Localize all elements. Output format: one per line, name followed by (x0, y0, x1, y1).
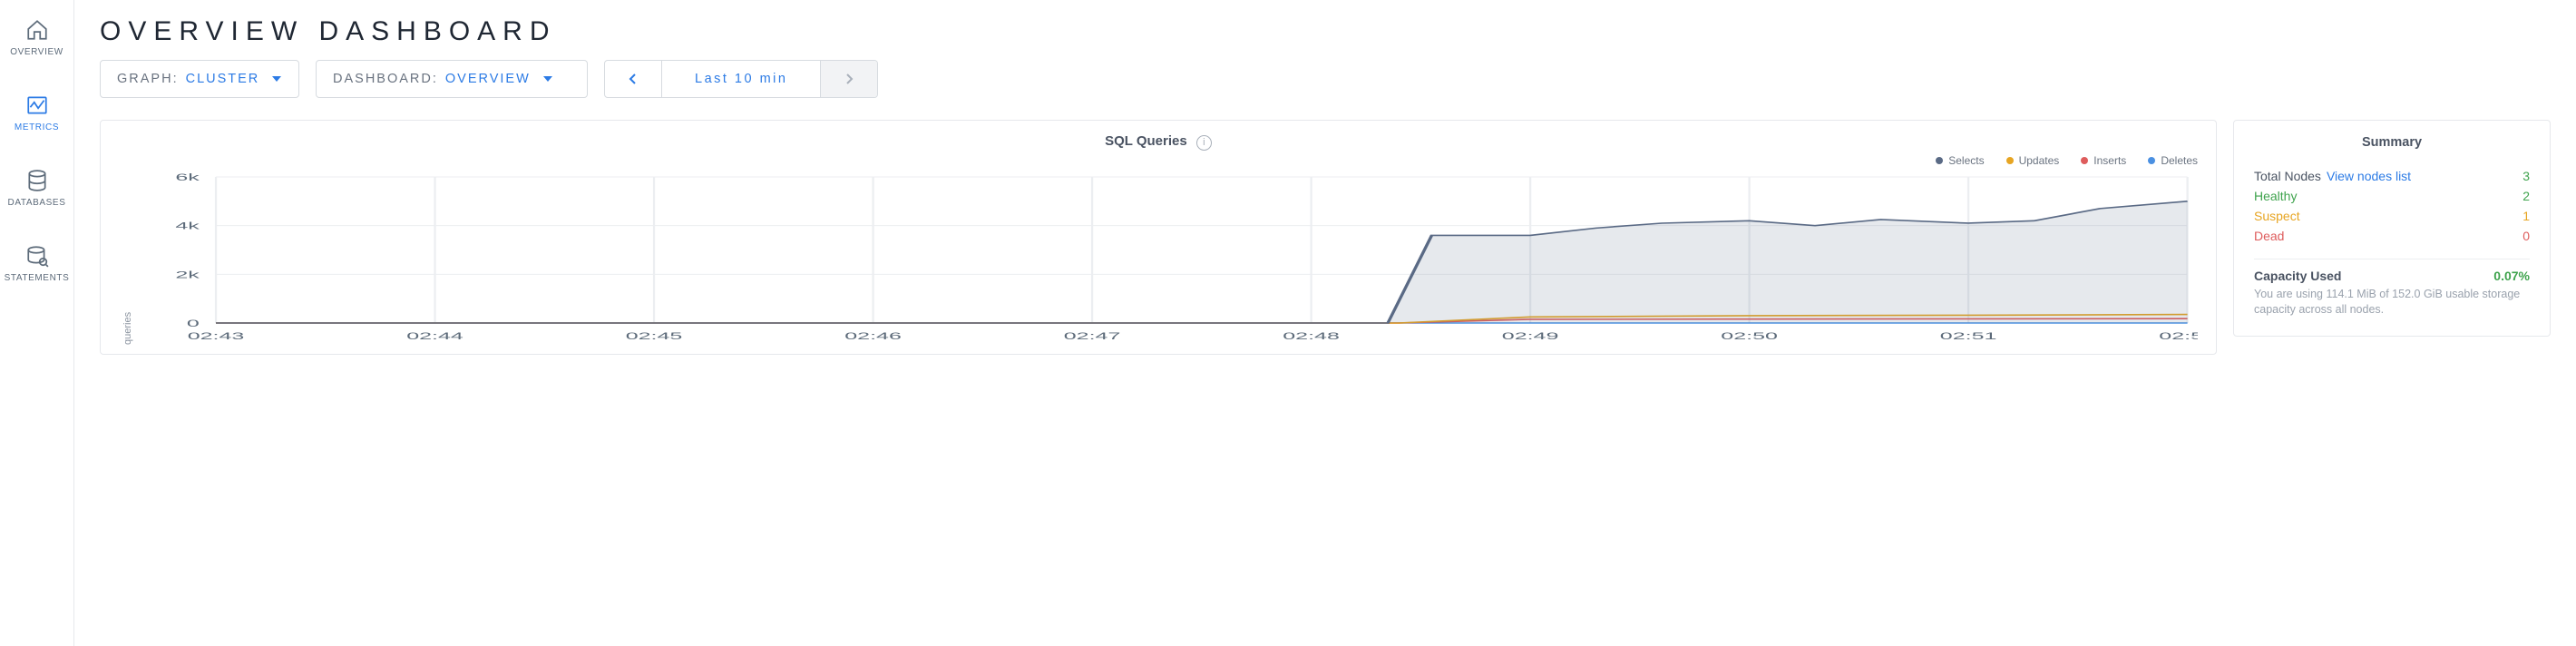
time-next-button (821, 61, 877, 97)
capacity-subtext: You are using 114.1 MiB of 152.0 GiB usa… (2254, 287, 2530, 318)
summary-value: 2 (2522, 189, 2530, 203)
dropdown-label: Dashboard: (333, 72, 438, 86)
sidebar-item-label: DATABASES (8, 198, 66, 208)
chevron-right-icon (844, 73, 854, 85)
metrics-icon (25, 93, 49, 117)
summary-value: 0 (2522, 229, 2530, 243)
chevron-down-icon (543, 76, 552, 82)
chart-title: SQL Queries i (119, 133, 2198, 151)
time-prev-button[interactable] (605, 61, 661, 97)
sql-queries-chart: 0 2k 4k 6k 02:43 02:44 02:45 02:46 02:47 02:48 02:… (133, 172, 2198, 345)
sidebar-item-label: STATEMENTS (5, 273, 70, 283)
capacity-used-row: Capacity Used 0.07% (2254, 269, 2530, 283)
legend-item[interactable]: Deletes (2148, 154, 2198, 167)
svg-text:0: 0 (187, 318, 200, 328)
dashboard-dropdown[interactable]: Dashboard: Overview (316, 60, 588, 98)
summary-card: Summary Total NodesView nodes list 3 Healt… (2233, 120, 2551, 337)
dropdown-label: Graph: (117, 72, 179, 86)
sidebar-item-label: OVERVIEW (10, 47, 63, 57)
page-title: Overview Dashboard (100, 16, 2551, 47)
legend-dot-icon (1936, 157, 1943, 164)
sql-queries-chart-card: SQL Queries i Selects Updates Inserts Delet… (100, 120, 2217, 355)
svg-text:2k: 2k (175, 269, 200, 280)
database-icon (25, 169, 49, 192)
summary-row: Dead 0 (2254, 226, 2530, 246)
legend-item[interactable]: Updates (2006, 154, 2060, 167)
chart-legend: Selects Updates Inserts Deletes (119, 154, 2198, 167)
legend-dot-icon (2006, 157, 2014, 164)
svg-text:4k: 4k (175, 220, 200, 231)
chevron-down-icon (272, 76, 281, 82)
legend-dot-icon (2081, 157, 2088, 164)
home-icon (25, 18, 49, 42)
svg-text:02:45: 02:45 (626, 330, 683, 341)
sidebar-item-metrics[interactable]: METRICS (0, 88, 73, 138)
svg-text:02:49: 02:49 (1502, 330, 1559, 341)
toolbar: Graph: Cluster Dashboard: Overview Last … (100, 60, 2551, 98)
sidebar: OVERVIEW METRICS DATABASES STATEMENTS (0, 0, 74, 646)
sidebar-item-overview[interactable]: OVERVIEW (0, 13, 73, 63)
view-nodes-link[interactable]: View nodes list (2327, 169, 2411, 183)
summary-row: Total NodesView nodes list 3 (2254, 166, 2530, 186)
dropdown-value: Cluster (186, 72, 260, 86)
summary-label: Total NodesView nodes list (2254, 169, 2411, 183)
capacity-label: Capacity Used (2254, 269, 2341, 283)
time-range-nav: Last 10 min (604, 60, 878, 98)
chevron-left-icon (629, 73, 638, 85)
svg-text:02:50: 02:50 (1721, 330, 1778, 341)
summary-row: Healthy 2 (2254, 186, 2530, 206)
sidebar-item-label: METRICS (15, 122, 59, 132)
legend-item[interactable]: Selects (1936, 154, 1984, 167)
svg-text:02:44: 02:44 (406, 330, 463, 341)
summary-label: Healthy (2254, 189, 2297, 203)
sidebar-item-statements[interactable]: STATEMENTS (0, 239, 73, 289)
summary-row: Suspect 1 (2254, 206, 2530, 226)
svg-text:02:51: 02:51 (1940, 330, 1997, 341)
statements-icon (25, 244, 49, 268)
svg-text:02:52: 02:52 (2159, 330, 2198, 341)
summary-label: Suspect (2254, 209, 2300, 223)
summary-value: 3 (2522, 169, 2530, 183)
info-icon[interactable]: i (1196, 135, 1212, 151)
dropdown-value: Overview (445, 72, 531, 86)
time-range-label[interactable]: Last 10 min (661, 61, 821, 97)
main: Overview Dashboard Graph: Cluster Dashbo… (74, 0, 2576, 646)
legend-dot-icon (2148, 157, 2155, 164)
summary-title: Summary (2254, 135, 2530, 150)
svg-text:6k: 6k (175, 172, 200, 183)
summary-value: 1 (2522, 209, 2530, 223)
summary-label: Dead (2254, 229, 2284, 243)
svg-text:02:46: 02:46 (844, 330, 902, 341)
svg-text:02:48: 02:48 (1283, 330, 1340, 341)
capacity-pct: 0.07% (2493, 269, 2530, 283)
sidebar-item-databases[interactable]: DATABASES (0, 163, 73, 213)
svg-text:02:43: 02:43 (188, 330, 245, 341)
svg-text:02:47: 02:47 (1064, 330, 1121, 341)
graph-dropdown[interactable]: Graph: Cluster (100, 60, 299, 98)
y-axis-label: queries (119, 172, 133, 345)
legend-item[interactable]: Inserts (2081, 154, 2126, 167)
